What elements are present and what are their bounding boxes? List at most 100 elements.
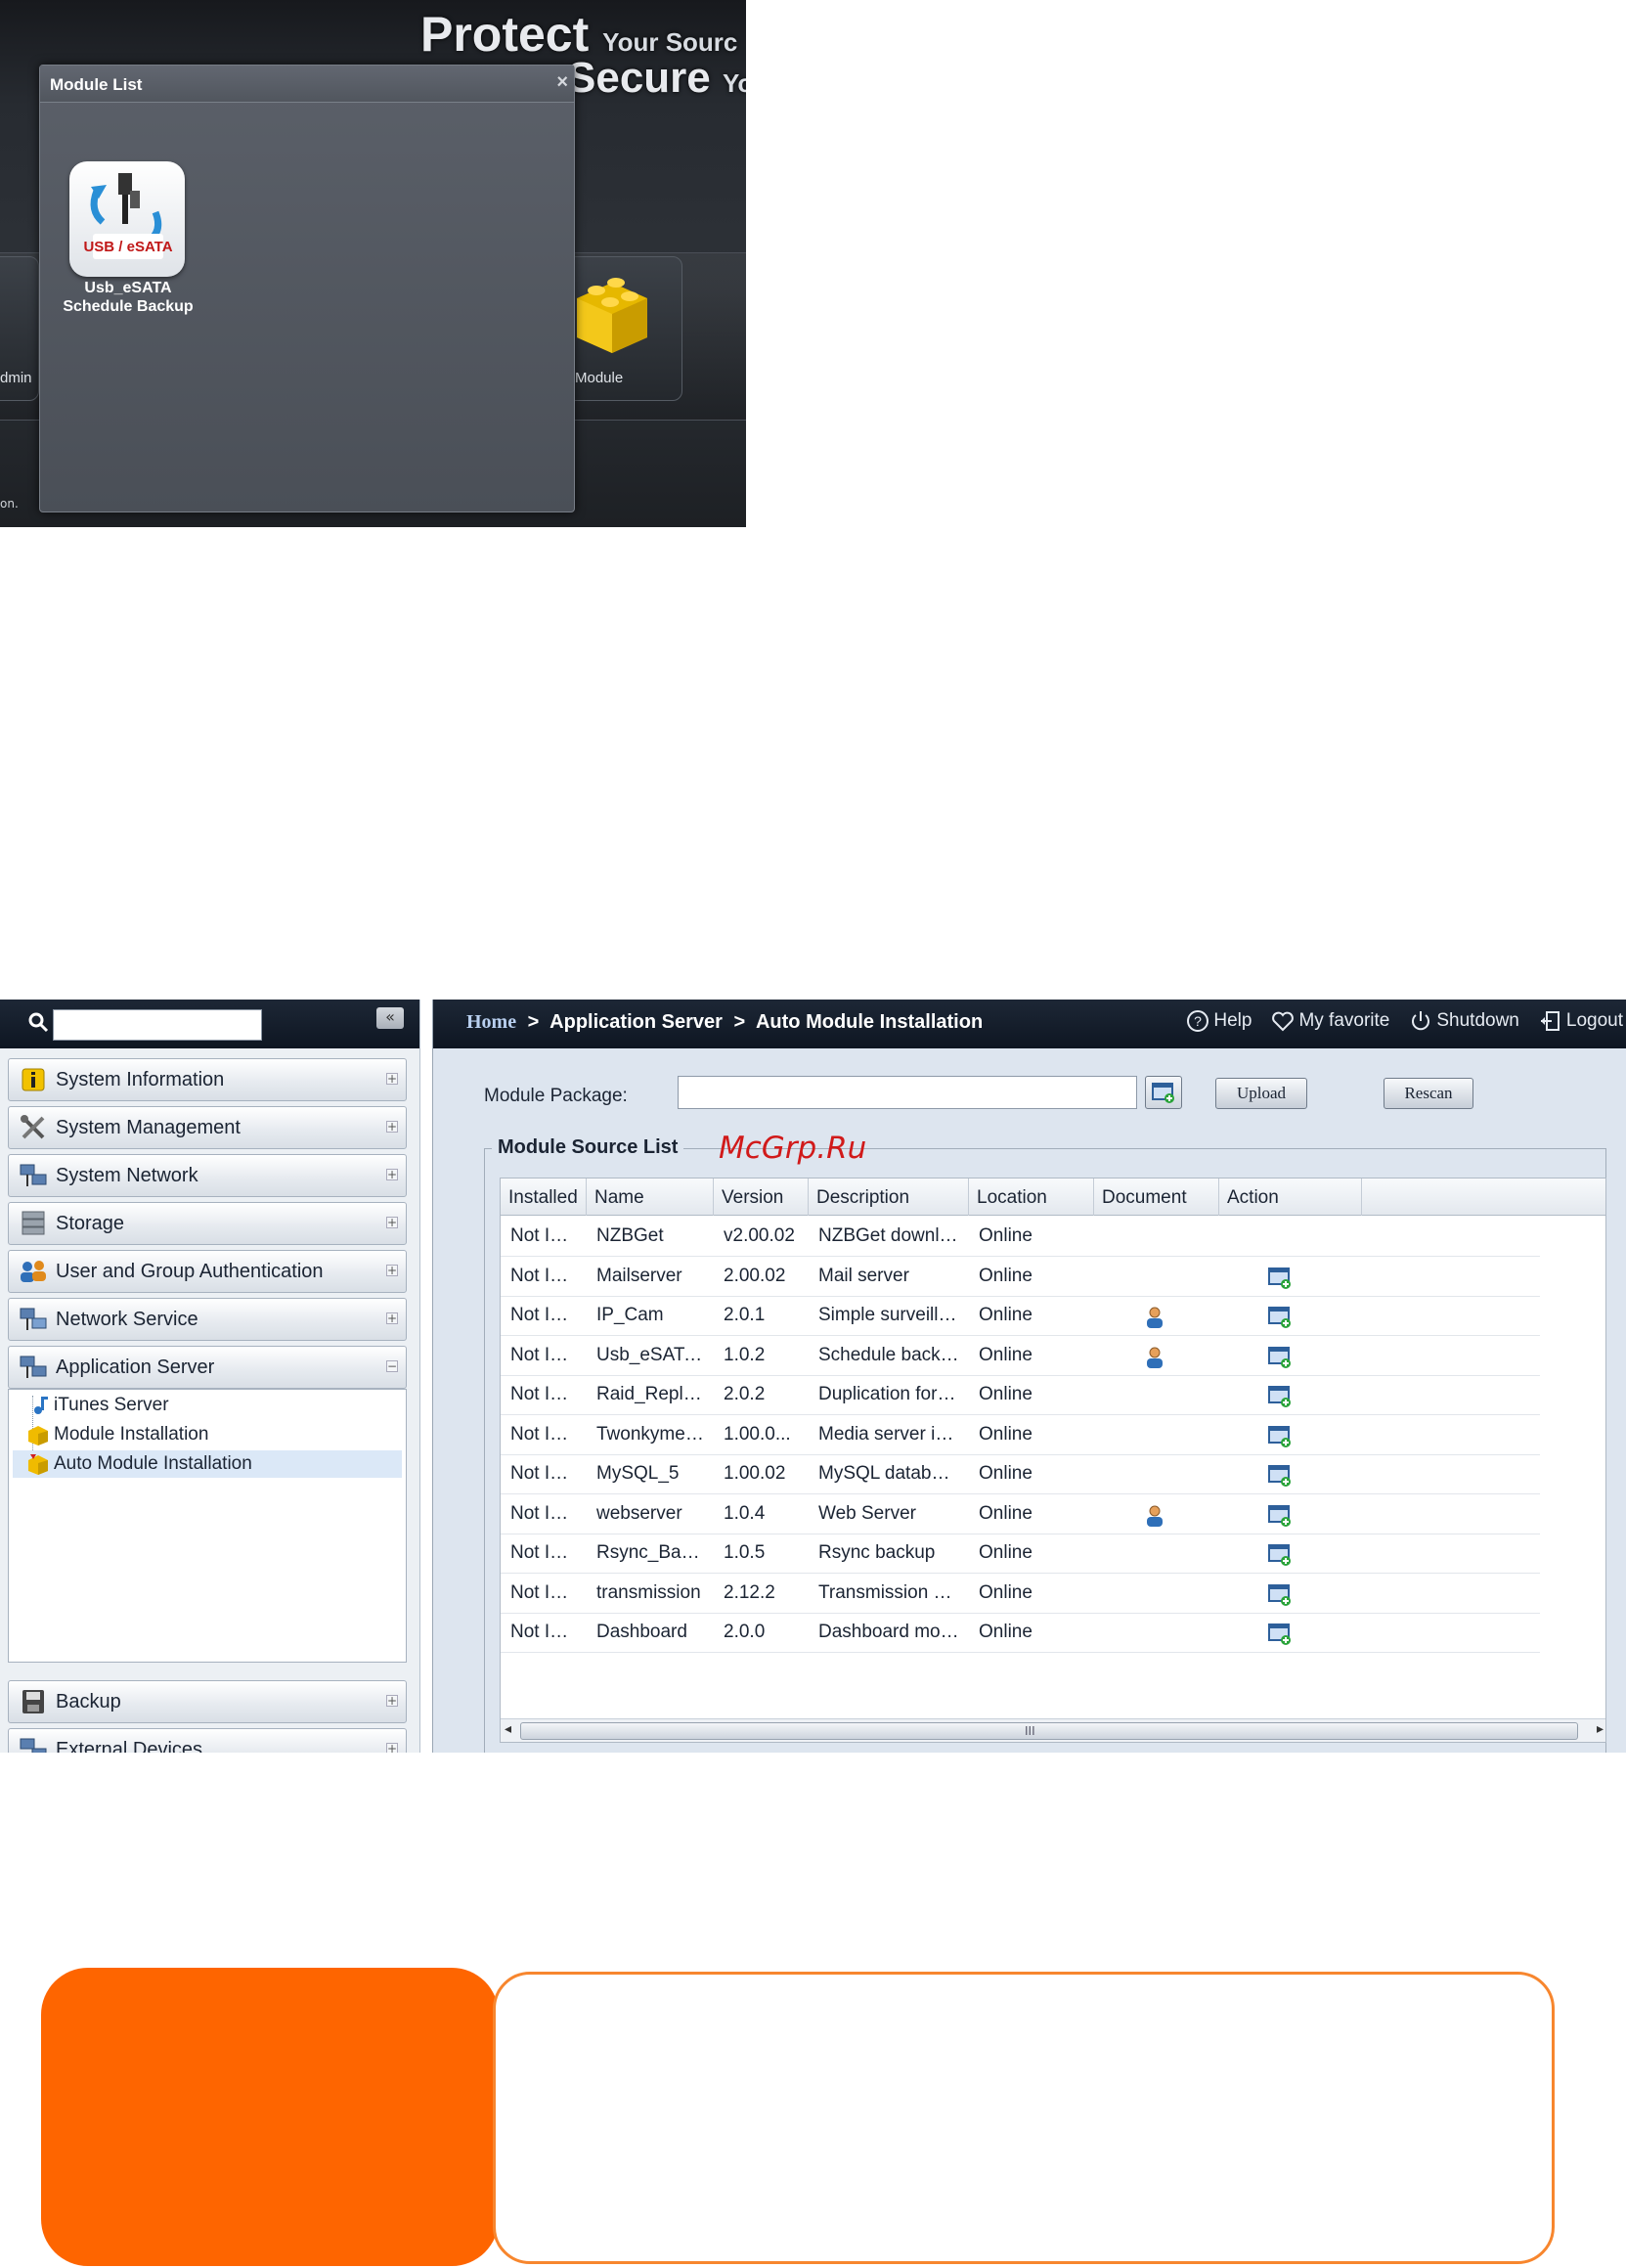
help-link[interactable]: ? Help [1186,1009,1252,1033]
column-name[interactable]: Name [587,1178,714,1216]
table-row[interactable]: Not Installed Raid_Replication 2.0.2 Duplic… [501,1376,1540,1415]
install-action-icon[interactable] [1267,1345,1293,1370]
install-action-icon[interactable] [1267,1542,1293,1568]
horizontal-scrollbar[interactable]: ◂ III ▸ [501,1718,1605,1742]
sidebar-item-external-devices[interactable]: External Devices + [8,1728,407,1753]
cell-installed: Not Installed [510,1581,587,1603]
table-row[interactable]: Not Installed Rsync_Backup 1.0.5 Rsync back… [501,1534,1540,1574]
collapse-icon[interactable]: − [386,1360,398,1372]
cell-version: 1.0.5 [724,1542,766,1563]
table-row[interactable]: Not Installed Mailserver 2.00.02 Mail serve… [501,1258,1540,1297]
table-row[interactable]: Not Installed NZBGet v2.00.02 NZBGet downlo… [501,1218,1540,1257]
module-tile-label: Module [575,370,624,386]
cell-name: Rsync_Backup [596,1542,714,1563]
external-devices-icon [17,1734,50,1753]
shutdown-label: Shutdown [1436,1010,1519,1031]
cell-name: transmission [596,1581,701,1603]
cell-description: Schedule backup utilit... [818,1344,969,1365]
favorite-link[interactable]: My favorite [1271,1010,1389,1032]
expand-icon[interactable]: + [386,1312,398,1324]
table-row[interactable]: Not Installed transmission 2.12.2 Transmiss… [501,1575,1540,1614]
table-row[interactable]: Not Installed MySQL_5 1.00.02 MySQL databas… [501,1455,1540,1494]
document-person-icon[interactable] [1142,1503,1167,1529]
column-description[interactable]: Description [809,1178,969,1216]
breadcrumb-app-server[interactable]: Application Server [549,1011,723,1033]
column-location[interactable]: Location [969,1178,1094,1216]
footer-fragment: on. [0,497,19,511]
usb-cable-icon: USB / eSATA [83,173,173,259]
sidebar-item-user-group-auth[interactable]: User and Group Authentication + [8,1250,407,1293]
document-person-icon[interactable] [1142,1345,1167,1370]
table-row[interactable]: Not Installed IP_Cam 2.0.1 Simple surveilla… [501,1297,1540,1336]
module-source-table: Installed Name Version Description Locat… [500,1178,1606,1743]
expand-icon[interactable]: + [386,1743,398,1753]
sidebar-item-label: Network Service [56,1308,198,1330]
upload-button[interactable]: Upload [1215,1078,1307,1109]
sidebar-item-backup[interactable]: Backup + [8,1680,407,1723]
sidebar-item-system-network[interactable]: System Network + [8,1154,407,1197]
sidebar-item-system-management[interactable]: System Management + [8,1106,407,1149]
expand-icon[interactable]: + [386,1695,398,1707]
document-person-icon[interactable] [1142,1305,1167,1330]
install-action-icon[interactable] [1267,1424,1293,1449]
module-label[interactable]: Usb_eSATA Schedule Backup [50,279,206,316]
search-input[interactable] [53,1009,262,1041]
cell-location: Online [979,1344,1033,1365]
install-action-icon[interactable] [1267,1384,1293,1409]
expand-icon[interactable]: + [386,1073,398,1085]
install-action-icon[interactable] [1267,1266,1293,1291]
column-installed[interactable]: Installed [501,1178,587,1216]
scroll-left-icon[interactable]: ◂ [505,1721,511,1737]
column-action[interactable]: Action [1219,1178,1362,1216]
install-action-icon[interactable] [1267,1622,1293,1647]
install-action-icon[interactable] [1267,1582,1293,1608]
scrollbar-thumb[interactable]: III [520,1722,1578,1740]
sidebar-item-storage[interactable]: Storage + [8,1202,407,1245]
cell-installed: Not Installed [510,1502,587,1524]
expand-icon[interactable]: + [386,1217,398,1228]
table-row[interactable]: Not Installed webserver 1.0.4 Web Server Onl… [501,1495,1540,1534]
shutdown-link[interactable]: Shutdown [1409,1009,1519,1033]
column-version[interactable]: Version [714,1178,809,1216]
power-icon [1412,1011,1430,1031]
close-icon[interactable]: × [556,71,568,94]
sidebar-item-label: External Devices [56,1738,203,1754]
logout-label: Logout [1565,1010,1623,1031]
expand-icon[interactable]: + [386,1121,398,1133]
scrollbar-grip: III [1025,1724,1035,1738]
install-action-icon[interactable] [1267,1503,1293,1529]
sidebar-item-system-information[interactable]: System Information + [8,1058,407,1101]
tree-item-label: Auto Module Installation [54,1453,252,1474]
sidebar-item-application-server[interactable]: Application Server − [8,1346,407,1389]
table-row[interactable]: Not Installed Twonkymedia 1.00.0... Media s… [501,1416,1540,1455]
cell-description: Transmission module [818,1581,969,1603]
sidebar-item-label: Storage [56,1212,125,1234]
tree-item-module-installation[interactable]: Module Installation [26,1421,208,1448]
table-row[interactable]: Not Installed Usb_eSATA_Bac... 1.0.2 Schedu… [501,1337,1540,1376]
sidebar-item-network-service[interactable]: Network Service + [8,1298,407,1341]
tree-item-auto-module-installation[interactable]: Auto Module Installation [13,1450,402,1478]
expand-icon[interactable]: + [386,1265,398,1276]
usb-esata-module-icon[interactable]: USB / eSATA [69,161,185,277]
rescan-button[interactable]: Rescan [1384,1078,1473,1109]
admin-tile-label: dmin [0,370,32,386]
search-icon[interactable] [27,1011,49,1033]
tree-item-itunes-server[interactable]: iTunes Server [26,1392,169,1419]
browse-button[interactable] [1145,1076,1182,1109]
install-action-icon[interactable] [1267,1305,1293,1330]
heart-icon [1272,1011,1295,1032]
cell-name: webserver [596,1502,682,1524]
expand-icon[interactable]: + [386,1169,398,1180]
banner-secure: Secure Yo [567,54,746,102]
breadcrumb-home[interactable]: Home [466,1011,516,1033]
column-document[interactable]: Document [1094,1178,1219,1216]
table-row[interactable]: Not Installed Dashboard 2.0.0 Dashboard mod… [501,1614,1540,1653]
scroll-right-icon[interactable]: ▸ [1597,1721,1604,1737]
install-action-icon[interactable] [1267,1463,1293,1489]
logout-link[interactable]: Logout [1539,1009,1623,1033]
module-package-input[interactable] [678,1076,1137,1109]
info-icon [17,1064,50,1095]
application-server-subtree: iTunes Server Module Installation Auto M… [8,1389,407,1663]
collapse-sidebar-button[interactable]: « [376,1007,404,1029]
table-header: Installed Name Version Description Locat… [501,1178,1605,1216]
